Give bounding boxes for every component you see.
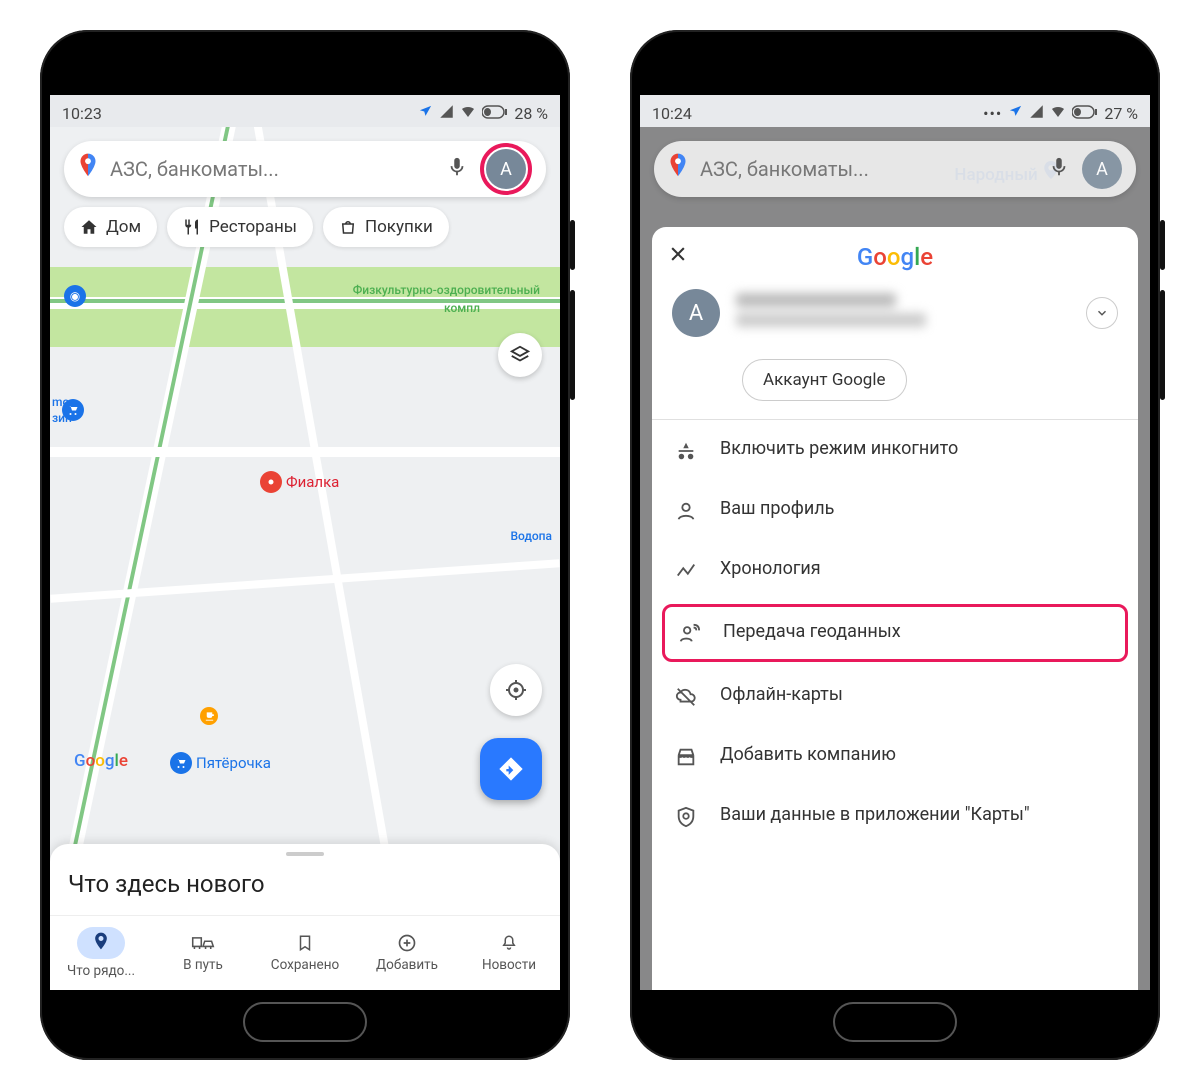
poi-shop-icon[interactable] — [62, 399, 84, 421]
menu-timeline[interactable]: Хронология — [652, 540, 1138, 600]
search-placeholder: АЗС, банкоматы... — [110, 157, 434, 181]
mic-icon — [1048, 156, 1070, 182]
search-placeholder: АЗС, банкоматы... — [700, 157, 1036, 181]
manage-account-button[interactable]: Аккаунт Google — [742, 359, 907, 401]
offline-icon — [674, 684, 698, 708]
pin-icon — [91, 931, 111, 951]
home-icon — [80, 218, 98, 236]
location-share-icon — [677, 621, 701, 645]
map-label-complex: Физкультурно-оздоровительный — [353, 283, 540, 297]
commute-icon — [191, 933, 215, 953]
chip-home[interactable]: Дом — [64, 207, 157, 247]
google-logo: Google — [668, 243, 1122, 271]
shopping-icon — [339, 218, 357, 236]
account-avatar-button[interactable]: А — [486, 149, 526, 189]
add-circle-icon — [397, 933, 417, 953]
menu-profile[interactable]: Ваш профиль — [652, 480, 1138, 540]
avatar-highlight: А — [480, 143, 532, 195]
map-label-complex2: компл — [444, 301, 480, 315]
chip-restaurants[interactable]: Рестораны — [167, 207, 313, 247]
map-label-vodopa: Водопа — [510, 529, 552, 543]
account-row[interactable]: А — [652, 279, 1138, 347]
restaurant-icon — [183, 218, 201, 236]
timeline-icon — [674, 558, 698, 582]
menu-offline[interactable]: Офлайн-карты — [652, 666, 1138, 726]
phone-right: 10:24 ••• 27 % Народный — [630, 30, 1160, 1060]
locate-button[interactable] — [490, 664, 542, 716]
search-bar-dim: АЗС, банкоматы... А — [654, 141, 1136, 197]
menu-add-business[interactable]: Добавить компанию — [652, 726, 1138, 786]
signal-icon — [1029, 104, 1044, 123]
incognito-icon — [674, 438, 698, 462]
location-icon — [418, 104, 433, 123]
battery-pct: 27 % — [1104, 104, 1138, 123]
wifi-icon — [1050, 103, 1066, 123]
account-avatar-dim: А — [1082, 149, 1122, 189]
sheet-title: Что здесь нового — [68, 870, 542, 898]
locate-icon — [504, 678, 528, 702]
account-name-blurred — [736, 293, 1070, 333]
account-avatar: А — [672, 289, 720, 337]
battery-icon — [1072, 104, 1098, 123]
poi-fialka[interactable]: Фиалка — [260, 471, 339, 493]
mic-icon[interactable] — [446, 156, 468, 182]
storefront-icon — [674, 744, 698, 768]
status-time: 10:24 — [652, 104, 692, 123]
status-bar: 10:24 ••• 27 % — [640, 95, 1150, 131]
signal-icon — [439, 104, 454, 123]
maps-logo-icon — [668, 153, 688, 185]
chip-shopping[interactable]: Покупки — [323, 207, 449, 247]
sheet-handle[interactable] — [286, 852, 324, 856]
bottom-nav: Что рядо... В путь Сохранено Добавить Но… — [50, 915, 560, 990]
search-bar[interactable]: АЗС, банкоматы... А — [64, 141, 546, 197]
google-watermark: Google — [74, 751, 128, 771]
menu-location-sharing[interactable]: Передача геоданных — [662, 604, 1128, 662]
location-icon — [1008, 104, 1023, 123]
poi-blue-pin[interactable]: ◉ — [64, 285, 86, 307]
maps-logo-icon — [78, 153, 98, 185]
bell-icon — [500, 933, 518, 953]
nav-contribute[interactable]: Добавить — [356, 916, 458, 990]
nav-go[interactable]: В путь — [152, 916, 254, 990]
screen-left: 10:23 28 % — [50, 95, 560, 990]
shield-icon — [674, 804, 698, 828]
account-sheet: Google А Аккаунт Google — [652, 227, 1138, 990]
category-chips: Дом Рестораны Покупки — [64, 207, 449, 247]
status-bar: 10:23 28 % — [50, 95, 560, 131]
directions-icon — [497, 755, 525, 783]
nav-explore[interactable]: Что рядо... — [50, 916, 152, 990]
menu-your-data[interactable]: Ваши данные в приложении "Карты" — [652, 786, 1138, 846]
layers-button[interactable] — [498, 333, 542, 377]
chevron-down-icon — [1095, 306, 1109, 320]
menu-incognito[interactable]: Включить режим инкогнито — [652, 420, 1138, 480]
poi-cafe-icon[interactable] — [200, 707, 218, 725]
nav-updates[interactable]: Новости — [458, 916, 560, 990]
phone-left: 10:23 28 % — [40, 30, 570, 1060]
screen-right: 10:24 ••• 27 % Народный — [640, 95, 1150, 990]
wifi-icon — [460, 103, 476, 123]
bookmark-icon — [296, 933, 314, 953]
directions-button[interactable] — [480, 738, 542, 800]
bottom-sheet[interactable]: Что здесь нового — [50, 844, 560, 916]
nav-saved[interactable]: Сохранено — [254, 916, 356, 990]
battery-icon — [482, 104, 508, 123]
layers-icon — [509, 344, 531, 366]
battery-pct: 28 % — [514, 104, 548, 123]
expand-accounts-button[interactable] — [1086, 297, 1118, 329]
poi-pyaterochka[interactable]: Пятёрочка — [170, 752, 271, 774]
status-time: 10:23 — [62, 104, 102, 123]
person-icon — [674, 498, 698, 522]
